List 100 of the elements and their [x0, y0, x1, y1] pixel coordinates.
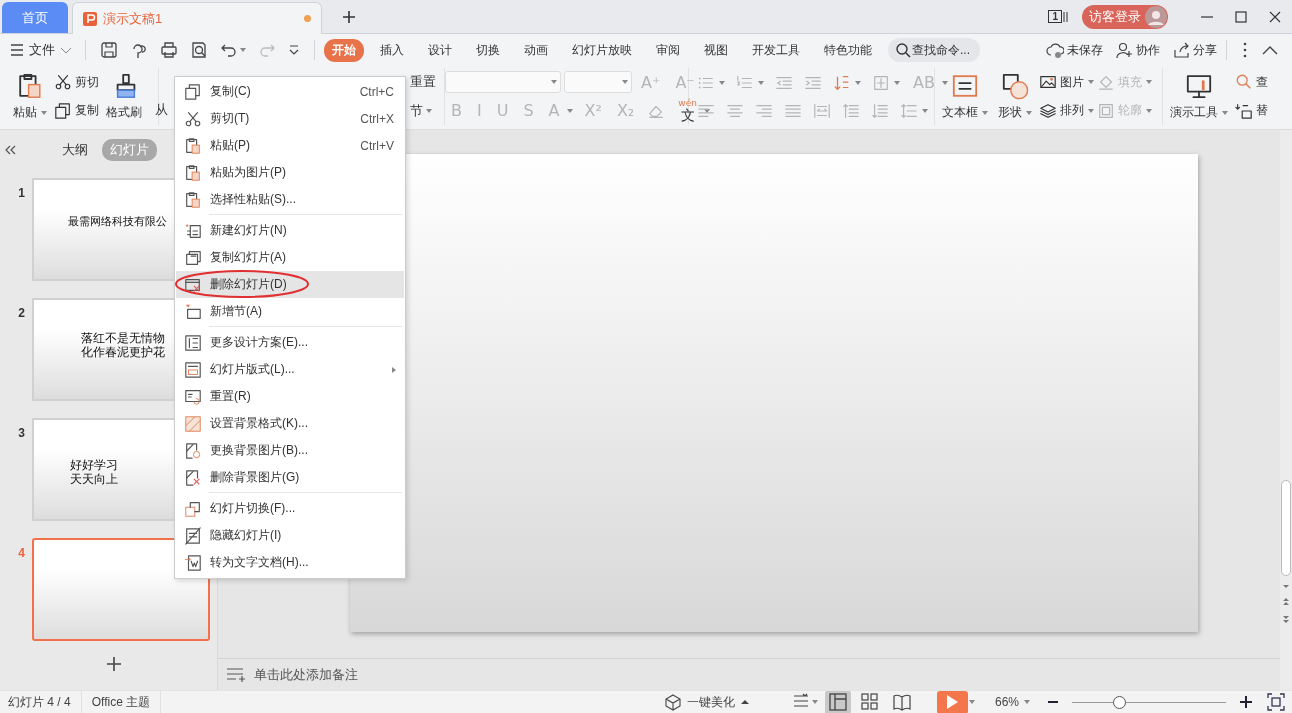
line-spacing-icon	[900, 102, 918, 120]
beautify-button[interactable]: 一键美化	[664, 693, 749, 711]
ribbon-button[interactable]: 形状	[995, 68, 1035, 125]
slide-number: 1	[17, 185, 25, 200]
bars-icon	[1063, 10, 1068, 23]
clipboard-icon	[184, 136, 202, 155]
slide-number: 4	[17, 545, 25, 560]
scrollbar-thumb[interactable]	[1281, 480, 1291, 576]
menu-item[interactable]: 转为文字文档(H)...	[176, 549, 404, 576]
ribbon-button[interactable]: 排列	[1039, 101, 1094, 120]
ribbon-button[interactable]: 格式刷	[103, 68, 148, 125]
ribbon-tab[interactable]: 插入	[372, 38, 412, 62]
panel-tab[interactable]: 大纲	[54, 139, 96, 161]
pinyin-label: wén	[678, 99, 697, 108]
transition-icon	[184, 499, 202, 518]
close-icon	[1269, 10, 1281, 23]
view-button[interactable]	[824, 690, 851, 713]
minimize-icon	[1201, 15, 1213, 18]
ribbon-tab[interactable]: 动画	[516, 38, 556, 62]
ribbon-tab[interactable]: 审阅	[648, 38, 688, 62]
background-icon	[184, 414, 202, 433]
play-icon	[945, 694, 959, 710]
menu-item[interactable]: 粘贴(P) Ctrl+V	[176, 132, 404, 159]
normal-view-icon	[828, 693, 847, 711]
print-preview-icon	[190, 41, 208, 59]
ribbon-tab[interactable]: 切换	[468, 38, 508, 62]
ribbon-button[interactable]: 剪切	[54, 73, 99, 92]
slide-text: 落红不是无情物 化作春泥更护花	[81, 330, 165, 359]
collapse-icon	[1262, 45, 1278, 55]
fill-icon	[1097, 73, 1115, 92]
window-count-number: 1	[1048, 10, 1062, 23]
copy-icon	[184, 82, 202, 101]
cube-icon	[664, 693, 681, 711]
change-background-icon	[184, 441, 202, 460]
layers-icon	[1039, 101, 1057, 120]
new-slide-icon	[184, 221, 202, 240]
ribbon-button[interactable]: 节	[410, 101, 432, 120]
plus-icon	[342, 10, 356, 24]
ribbon-button[interactable]: 从	[155, 101, 168, 119]
slide-number: 2	[17, 305, 25, 320]
hide-slide-icon	[184, 526, 202, 545]
maximize-icon	[1235, 10, 1247, 23]
clipboard-icon	[184, 190, 202, 209]
file-menu-button[interactable]: 文件	[10, 41, 72, 59]
scrollbar[interactable]	[1280, 130, 1292, 690]
ribbon-button[interactable]: 图片	[1039, 73, 1094, 92]
play-button[interactable]	[936, 690, 968, 713]
ribbon-button[interactable]: 查	[1235, 73, 1268, 92]
window-count[interactable]: 1	[1048, 10, 1068, 23]
align-center-icon	[726, 102, 744, 120]
slide-canvas[interactable]	[350, 154, 1198, 632]
align-box-icon	[872, 73, 890, 92]
replace-icon	[1235, 101, 1253, 120]
ribbon-tab[interactable]: 设计	[420, 38, 460, 62]
ribbon-button[interactable]: 复制	[54, 101, 99, 120]
delete-background-icon	[184, 468, 202, 487]
format-button[interactable]: wén 文	[672, 99, 713, 122]
ribbon-tab[interactable]: 特色功能	[816, 38, 880, 62]
ribbon-button[interactable]: 粘贴	[10, 68, 50, 125]
presentation-icon	[83, 11, 97, 26]
login-button[interactable]: 访客登录	[1082, 4, 1168, 29]
grid-view-icon	[860, 693, 879, 711]
caret-icon	[622, 80, 628, 84]
ribbon-tab[interactable]: 幻灯片放映	[564, 38, 640, 62]
customize-icon	[288, 44, 300, 56]
ribbon-button[interactable]: 替	[1235, 101, 1268, 120]
save-icon	[100, 41, 118, 59]
slider-thumb[interactable]	[1113, 695, 1127, 709]
ribbon-tab[interactable]: 视图	[696, 38, 736, 62]
theme-name: Office 主题	[91, 693, 151, 711]
share-icon	[1172, 41, 1190, 59]
line-spacing-icon	[842, 102, 860, 120]
caret-icon	[968, 700, 975, 704]
collaborate-button[interactable]: 协作	[1115, 41, 1160, 59]
menu-item[interactable]: 删除幻灯片(D)	[176, 271, 404, 298]
ribbon-button[interactable]: 重置	[410, 73, 436, 92]
outline-icon	[1097, 101, 1115, 120]
slide-thumbnail[interactable]	[32, 538, 210, 641]
scissors-icon	[184, 109, 202, 128]
menu-item[interactable]: 剪切(T) Ctrl+X	[176, 105, 404, 132]
slide-text: 好好学习 天天向上	[70, 457, 118, 486]
section-icon	[184, 302, 202, 321]
notes-field[interactable]: 单击此处添加备注	[252, 666, 552, 683]
search-field[interactable]: 查找命令...	[888, 38, 980, 62]
unsaved-status[interactable]: 未保存	[1046, 41, 1103, 59]
caret-icon	[240, 48, 246, 52]
menu-item[interactable]: 隐藏幻灯片(I)	[176, 522, 404, 549]
share-button[interactable]: 分享	[1172, 41, 1217, 59]
zoom-dropdown[interactable]: 66%	[994, 695, 1030, 709]
monitor-icon	[1185, 72, 1213, 100]
caret-icon	[1024, 700, 1030, 704]
more-icon	[1242, 41, 1248, 59]
ribbon-tab[interactable]: 开发工具	[744, 38, 808, 62]
ribbon-button[interactable]: 演示工具	[1167, 68, 1231, 125]
shapes-icon	[1001, 72, 1029, 100]
slide-counter: 幻灯片 4 / 4	[8, 693, 71, 711]
shortcut-label: Ctrl+X	[360, 111, 394, 126]
text-box-icon	[951, 72, 979, 100]
layout-icon	[184, 360, 202, 379]
menu-item[interactable]: 复制(C) Ctrl+C	[176, 78, 404, 105]
